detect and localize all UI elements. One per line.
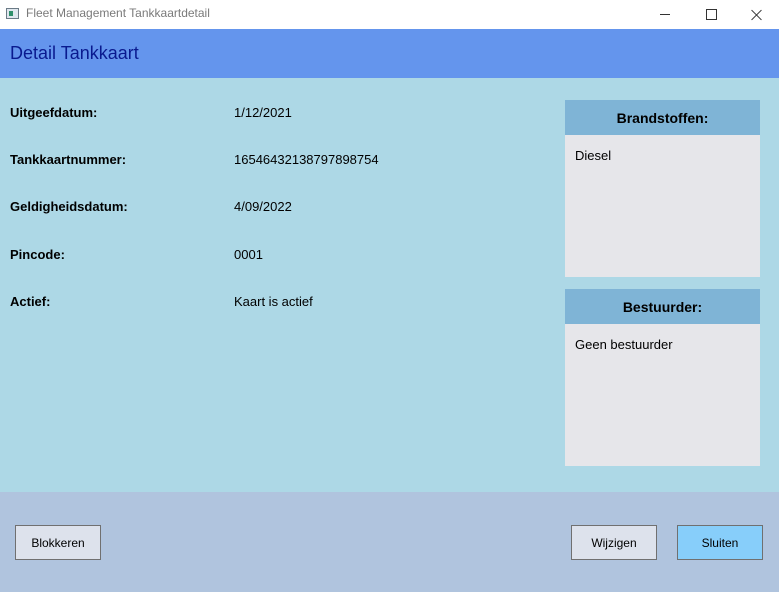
- page-title: Detail Tankkaart: [10, 43, 139, 63]
- label-tankkaartnummer: Tankkaartnummer:: [10, 152, 127, 167]
- value-pincode: 0001: [234, 247, 263, 262]
- sluiten-button[interactable]: Sluiten: [677, 525, 763, 560]
- bestuurder-list[interactable]: Geen bestuurder: [565, 324, 760, 466]
- window-title: Fleet Management Tankkaartdetail: [26, 6, 210, 20]
- footer-bar: [0, 492, 779, 592]
- list-item[interactable]: Diesel: [575, 148, 750, 163]
- bestuurder-panel: Bestuurder: Geen bestuurder: [565, 289, 760, 466]
- minimize-button[interactable]: [642, 0, 688, 29]
- value-uitgeefdatum: 1/12/2021: [234, 105, 292, 120]
- label-actief: Actief:: [10, 294, 51, 309]
- value-tankkaartnummer: 16546432138797898754: [234, 152, 379, 167]
- value-actief: Kaart is actief: [234, 294, 313, 309]
- list-item[interactable]: Geen bestuurder: [575, 337, 750, 352]
- label-geldigheidsdatum: Geldigheidsdatum:: [10, 199, 128, 214]
- brandstoffen-panel: Brandstoffen: Diesel: [565, 100, 760, 277]
- close-button[interactable]: [734, 0, 779, 29]
- close-icon: [751, 9, 763, 21]
- window-titlebar: Fleet Management Tankkaartdetail: [0, 0, 779, 29]
- label-uitgeefdatum: Uitgeefdatum:: [10, 105, 98, 120]
- value-geldigheidsdatum: 4/09/2022: [234, 199, 292, 214]
- page-header: Detail Tankkaart: [0, 29, 779, 78]
- maximize-button[interactable]: [688, 0, 734, 29]
- minimize-icon: [660, 14, 670, 15]
- label-pincode: Pincode:: [10, 247, 65, 262]
- app-icon: [6, 8, 19, 19]
- maximize-icon: [705, 9, 717, 20]
- brandstoffen-header: Brandstoffen:: [565, 100, 760, 135]
- blokkeren-button[interactable]: Blokkeren: [15, 525, 101, 560]
- wijzigen-button[interactable]: Wijzigen: [571, 525, 657, 560]
- brandstoffen-list[interactable]: Diesel: [565, 135, 760, 277]
- bestuurder-header: Bestuurder:: [565, 289, 760, 324]
